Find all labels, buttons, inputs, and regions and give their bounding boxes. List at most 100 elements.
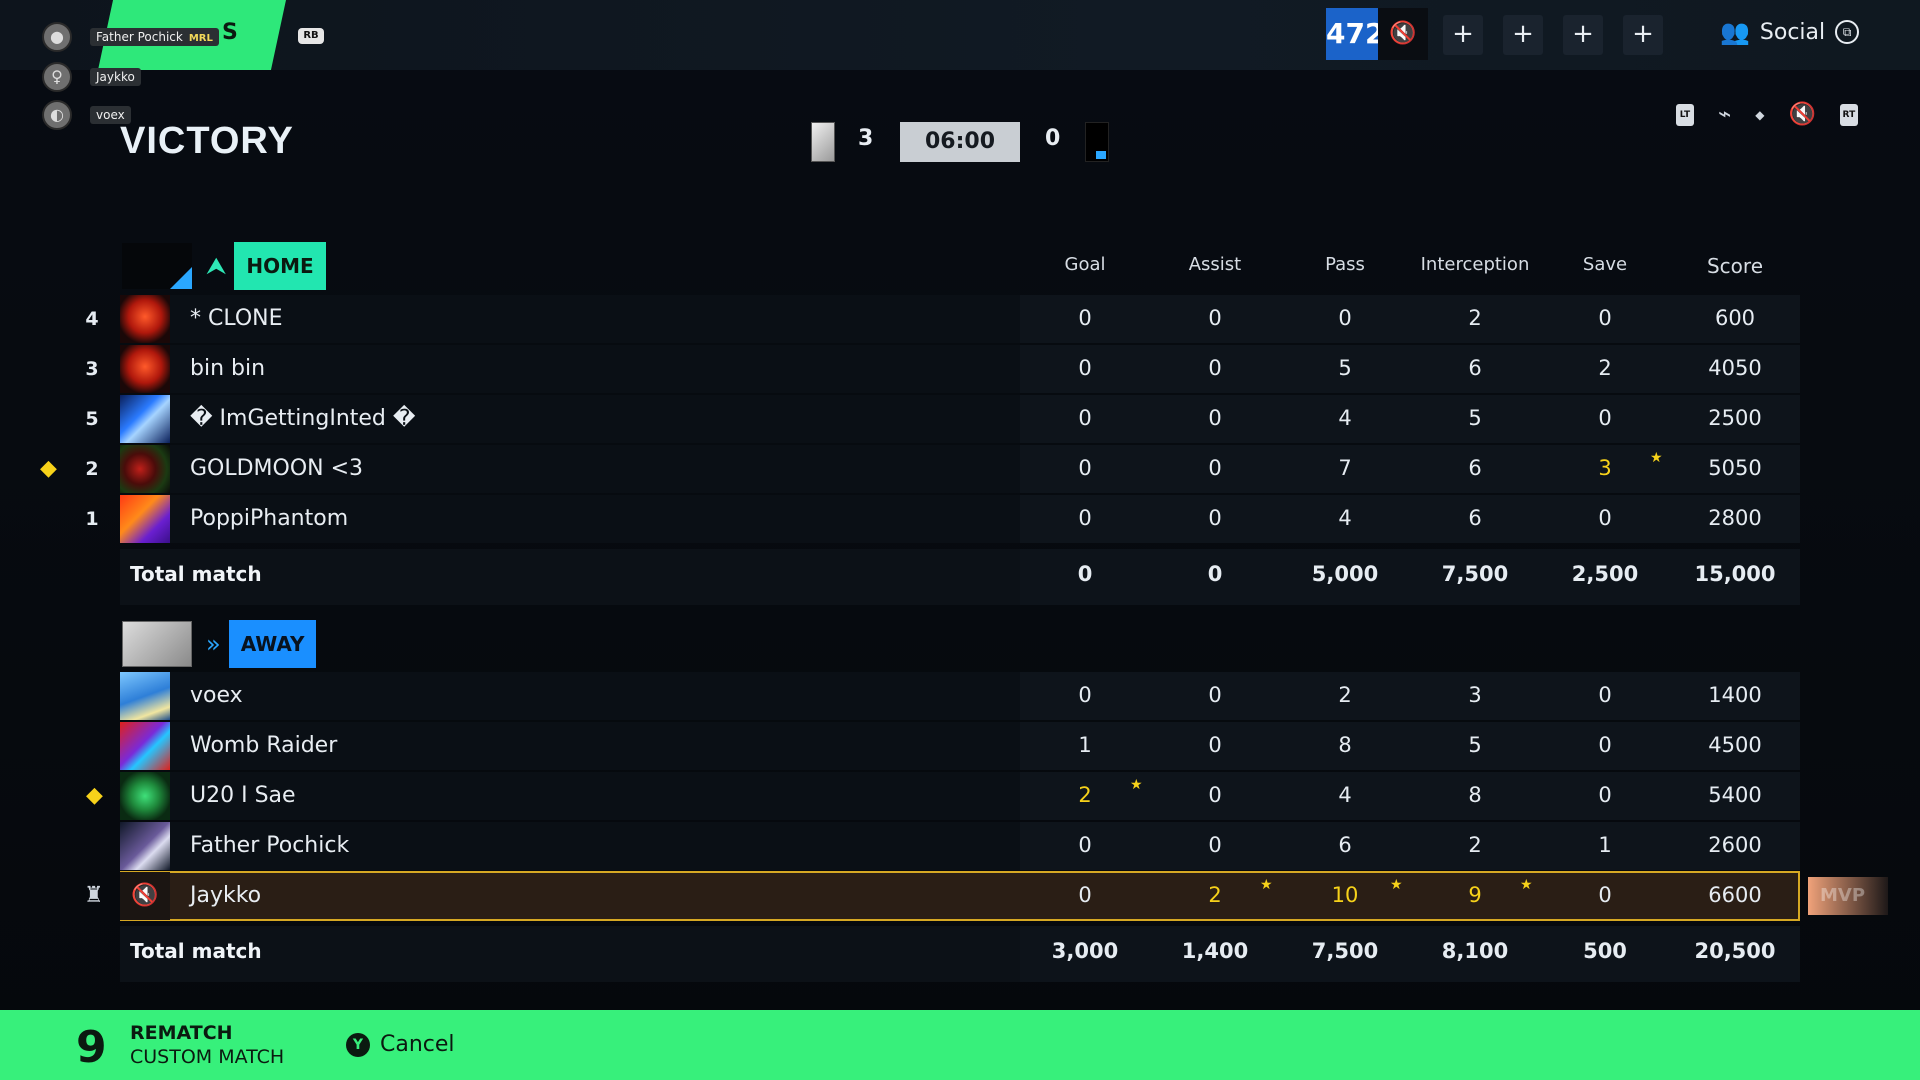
muted-avatar-icon: 🔇 — [120, 872, 170, 920]
stat-goal: 0 — [1078, 683, 1092, 707]
table-row[interactable]: Father Pochick 0 0 6 2 1 2600 — [0, 821, 1920, 871]
stat-pass: 4 — [1338, 406, 1352, 430]
stat-score: 6600 — [1708, 883, 1762, 907]
stat-score: 2800 — [1708, 506, 1762, 530]
stat-assist: 0 — [1208, 683, 1222, 707]
stat-interception: 2 — [1468, 833, 1482, 857]
total-goal: 0 — [1077, 562, 1093, 586]
stat-pass: 5 — [1338, 356, 1352, 380]
column-header-goal: Goal — [1064, 254, 1106, 275]
rt-button-icon: RT — [1839, 103, 1858, 126]
party-member-2[interactable]: ♀ Jaykko — [42, 60, 342, 94]
home-team-logo — [122, 243, 192, 289]
home-team-flag — [811, 122, 835, 162]
column-header-interception: Interception — [1420, 254, 1530, 275]
stat-interception: 6 — [1468, 456, 1482, 480]
party-member-1[interactable]: ● Father Pochick MRL — [42, 20, 342, 54]
stat-goal: 0 — [1078, 833, 1092, 857]
table-row-self[interactable]: ♜ 🔇 Jaykko 0 2 ★ 10 ★ 9 ★ 0 6600 MVP — [0, 871, 1920, 921]
view-controls: LT ⌁ ◆ 🔇 RT — [1676, 102, 1858, 127]
best-stat-star-icon: ★ — [1650, 450, 1663, 466]
match-timer: 06:00 — [900, 122, 1020, 162]
player-name: � ImGettingInted � — [190, 406, 416, 431]
stat-goal: 1 — [1078, 733, 1092, 757]
add-party-slot-button[interactable]: + — [1443, 15, 1483, 55]
best-stat-star-icon: ★ — [1130, 777, 1143, 793]
custom-match-label: CUSTOM MATCH — [130, 1046, 285, 1068]
stat-interception: 8 — [1468, 783, 1482, 807]
away-team-header: » AWAY — [122, 620, 317, 668]
player-rank: 5 — [85, 408, 99, 430]
table-row[interactable]: Womb Raider 1 0 8 5 0 4500 — [0, 721, 1920, 771]
home-score: 3 — [858, 126, 874, 151]
add-party-slot-button[interactable]: + — [1503, 15, 1543, 55]
away-team-tag: AWAY — [228, 620, 317, 668]
lt-button-icon: LT — [1676, 103, 1694, 126]
stat-goal: 0 — [1078, 306, 1092, 330]
player-name: PoppiPhantom — [190, 506, 349, 531]
stat-score: 1400 — [1708, 683, 1762, 707]
rematch-button[interactable]: REMATCH — [130, 1022, 233, 1044]
total-interception: 7,500 — [1441, 562, 1509, 586]
rematch-countdown: 9 — [76, 1022, 107, 1073]
stat-assist: 0 — [1208, 733, 1222, 757]
add-party-slot-button[interactable]: + — [1623, 15, 1663, 55]
table-row[interactable]: ◆ U20 I Sae 2 ★ 0 4 8 0 5400 — [0, 771, 1920, 821]
mvp-badge: MVP — [1808, 877, 1888, 915]
stat-pass: 8 — [1338, 733, 1352, 757]
table-row[interactable]: ◆ 2 GOLDMOON <3 0 0 7 6 3 ★ 5050 — [0, 444, 1920, 494]
best-stat-star-icon: ★ — [1520, 877, 1533, 893]
avatar — [120, 395, 170, 443]
total-goal: 3,000 — [1051, 939, 1119, 963]
player-level: 472 — [1326, 8, 1384, 60]
stat-interception: 6 — [1468, 506, 1482, 530]
table-row[interactable]: 3 bin bin 0 0 5 6 2 4050 — [0, 344, 1920, 394]
rank-up-chevron-icon: ⮝ — [206, 252, 227, 280]
avatar — [120, 822, 170, 870]
away-team-flag — [1085, 122, 1109, 162]
table-row[interactable]: 4 * CLONE 0 0 0 2 0 600 — [0, 294, 1920, 344]
stat-assist: 0 — [1208, 306, 1222, 330]
player-name: Father Pochick — [190, 833, 350, 858]
best-stat-star-icon: ★ — [1260, 877, 1273, 893]
player-rank: 2 — [85, 458, 99, 480]
social-button[interactable]: 👥 Social ⧉ — [1720, 18, 1860, 46]
stat-save: 0 — [1598, 406, 1612, 430]
speaker-muted-icon[interactable]: 🔇 — [1788, 102, 1815, 127]
y-button-icon: Y — [346, 1032, 370, 1057]
home-team-tag: HOME — [234, 242, 326, 290]
cancel-label: Cancel — [380, 1032, 455, 1057]
stat-goal: 0 — [1078, 406, 1092, 430]
muted-speaker-icon[interactable]: 🔇 — [1378, 8, 1428, 60]
table-row[interactable]: voex 0 0 2 3 0 1400 — [0, 671, 1920, 721]
stat-pass: 6 — [1338, 833, 1352, 857]
stat-save: 0 — [1598, 733, 1612, 757]
captain-badge-icon: ◆ — [86, 783, 103, 808]
stat-goal: 0 — [1078, 356, 1092, 380]
stat-save: 0 — [1598, 506, 1612, 530]
bottom-action-bar: 9 REMATCH CUSTOM MATCH Y Cancel — [0, 1010, 1920, 1080]
add-party-slot-button[interactable]: + — [1563, 15, 1603, 55]
stat-score: 2600 — [1708, 833, 1762, 857]
stat-save: 1 — [1598, 833, 1612, 857]
away-team-logo — [122, 621, 192, 667]
player-name: voex — [190, 683, 243, 708]
table-row[interactable]: 1 PoppiPhantom 0 0 4 6 0 2800 — [0, 494, 1920, 544]
mic-off-icon[interactable]: ⌁ — [1718, 102, 1731, 127]
dot-separator: ◆ — [1755, 107, 1765, 122]
total-interception: 8,100 — [1441, 939, 1509, 963]
avatar — [120, 295, 170, 343]
stat-assist: 0 — [1208, 456, 1222, 480]
column-header-score: Score — [1706, 254, 1763, 278]
total-label: Total match — [130, 939, 262, 963]
table-row[interactable]: 5 � ImGettingInted � 0 0 4 5 0 2500 — [0, 394, 1920, 444]
stat-score: 5400 — [1708, 783, 1762, 807]
stat-score: 2500 — [1708, 406, 1762, 430]
total-pass: 7,500 — [1311, 939, 1379, 963]
away-total-row: Total match 3,000 1,400 7,500 8,100 500 … — [0, 925, 1920, 982]
captain-badge-icon: ◆ — [40, 456, 57, 481]
home-total-row: Total match 0 0 5,000 7,500 2,500 15,000 — [0, 548, 1920, 605]
stat-interception: 5 — [1468, 733, 1482, 757]
cancel-button[interactable]: Y Cancel — [346, 1032, 455, 1057]
stat-save: 0 — [1598, 683, 1612, 707]
